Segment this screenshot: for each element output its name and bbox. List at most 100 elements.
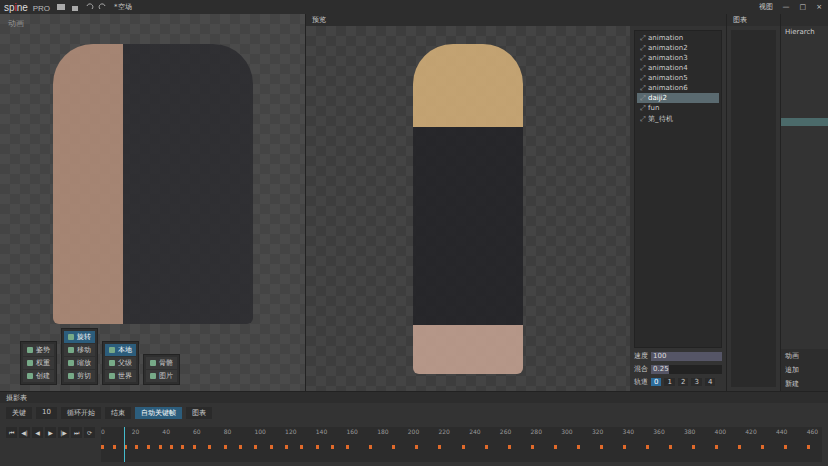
track-button[interactable]: 3 xyxy=(691,378,701,386)
keyframe[interactable] xyxy=(270,445,273,449)
keyframe[interactable] xyxy=(508,445,511,449)
transport-button[interactable]: ◀ xyxy=(32,427,43,438)
track-control: 轨道 01234 xyxy=(634,377,722,387)
spine-editor: spine PRO *空场 视图 —□× 动画 姿势权重创建旋转移动缩放剪切本地… xyxy=(0,0,828,466)
track-button[interactable]: 4 xyxy=(705,378,715,386)
keyframe[interactable] xyxy=(254,445,257,449)
keyframe[interactable] xyxy=(181,445,184,449)
transport-button[interactable]: ⏮ xyxy=(6,427,17,438)
keyframe[interactable] xyxy=(784,445,787,449)
keyframe[interactable] xyxy=(369,445,372,449)
tool-button[interactable]: 权重 xyxy=(23,357,54,369)
tool-button[interactable]: 移动 xyxy=(64,344,95,356)
keyframe[interactable] xyxy=(224,445,227,449)
tool-button[interactable]: 世界 xyxy=(105,370,136,382)
transport-button[interactable]: ⟳ xyxy=(84,427,95,438)
main-viewport[interactable]: 动画 姿势权重创建旋转移动缩放剪切本地父级世界骨骼图片 xyxy=(0,14,306,391)
tool-button[interactable]: 图片 xyxy=(146,370,177,382)
timeline-field[interactable]: 10 xyxy=(36,407,57,419)
undo-icon[interactable] xyxy=(84,2,94,12)
animation-item[interactable]: ⤢animation6 xyxy=(637,83,719,93)
keyframe[interactable] xyxy=(346,445,349,449)
animation-item[interactable]: ⤢第_待机 xyxy=(637,113,719,125)
keyframe[interactable] xyxy=(807,445,810,449)
keyframe[interactable] xyxy=(485,445,488,449)
tool-button[interactable]: 缩放 xyxy=(64,357,95,369)
animation-item[interactable]: ⤢animation4 xyxy=(637,63,719,73)
tool-button[interactable]: 旋转 xyxy=(64,331,95,343)
preview-panel: 预览 ⤢animation⤢animation2⤢animation3⤢anim… xyxy=(306,14,726,391)
preview-tab[interactable]: 预览 xyxy=(306,14,726,26)
graph-button[interactable]: 图表 xyxy=(186,407,212,419)
keyframe[interactable] xyxy=(135,445,138,449)
view-menu[interactable]: 视图 xyxy=(757,2,775,12)
keyframe[interactable] xyxy=(554,445,557,449)
transport-button[interactable]: |▶ xyxy=(58,427,69,438)
keyframe[interactable] xyxy=(193,445,196,449)
redo-icon[interactable] xyxy=(98,2,108,12)
animation-item[interactable]: ⤢animation xyxy=(637,33,719,43)
transport-button[interactable]: ▶ xyxy=(45,427,56,438)
transport-button[interactable]: ⏭ xyxy=(71,427,82,438)
tool-button[interactable]: 创建 xyxy=(23,370,54,382)
folder-icon[interactable] xyxy=(56,2,66,12)
window-control[interactable]: □ xyxy=(798,3,809,11)
keyframe[interactable] xyxy=(761,445,764,449)
keyframe[interactable] xyxy=(208,445,211,449)
keyframe[interactable] xyxy=(415,445,418,449)
keyframe[interactable] xyxy=(285,445,288,449)
track-button[interactable]: 1 xyxy=(664,378,674,386)
timeline-field[interactable]: 循环开始 xyxy=(61,407,101,419)
tool-button[interactable]: 父级 xyxy=(105,357,136,369)
animation-item[interactable]: ⤢fun xyxy=(637,103,719,113)
track-button[interactable]: 2 xyxy=(678,378,688,386)
animation-item[interactable]: ⤢daiji2 xyxy=(637,93,719,103)
animation-item[interactable]: ⤢animation5 xyxy=(637,73,719,83)
timeline-track[interactable]: 0204060801001201401601802002202402602803… xyxy=(101,427,822,462)
window-control[interactable]: — xyxy=(781,3,792,11)
keyframe[interactable] xyxy=(462,445,465,449)
keyframe[interactable] xyxy=(113,445,116,449)
keyframe[interactable] xyxy=(531,445,534,449)
keyframe[interactable] xyxy=(101,445,104,449)
graph-panel: 图表 xyxy=(726,14,780,391)
keyframe[interactable] xyxy=(646,445,649,449)
playhead[interactable] xyxy=(124,427,125,462)
timeline-field[interactable]: 结束 xyxy=(105,407,131,419)
keyframe[interactable] xyxy=(600,445,603,449)
hierarchy-footer-item[interactable]: 动画 xyxy=(781,349,828,363)
keyframe[interactable] xyxy=(316,445,319,449)
keyframe[interactable] xyxy=(392,445,395,449)
hierarchy-root[interactable]: Hierarch xyxy=(781,26,828,38)
lock-icon[interactable] xyxy=(70,2,80,12)
keyframe[interactable] xyxy=(170,445,173,449)
auto-key-toggle[interactable]: 自动关键帧 xyxy=(135,407,182,419)
hierarchy-footer-item[interactable]: 追加 xyxy=(781,363,828,377)
tool-button[interactable]: 剪切 xyxy=(64,370,95,382)
animation-item[interactable]: ⤢animation2 xyxy=(637,43,719,53)
keyframe[interactable] xyxy=(577,445,580,449)
keyframe[interactable] xyxy=(669,445,672,449)
keyframe[interactable] xyxy=(331,445,334,449)
keyframe[interactable] xyxy=(715,445,718,449)
keyframe[interactable] xyxy=(300,445,303,449)
hierarchy-footer-item[interactable]: 新建 xyxy=(781,377,828,391)
mix-control[interactable]: 混合 0.25 xyxy=(634,364,722,374)
animation-item[interactable]: ⤢animation3 xyxy=(637,53,719,63)
keyframe[interactable] xyxy=(738,445,741,449)
keyframe[interactable] xyxy=(623,445,626,449)
keyframe[interactable] xyxy=(438,445,441,449)
track-button[interactable]: 0 xyxy=(651,378,661,386)
transport-button[interactable]: ◀| xyxy=(19,427,30,438)
keyframe[interactable] xyxy=(692,445,695,449)
keyframe[interactable] xyxy=(239,445,242,449)
timeline-field[interactable]: 关键 xyxy=(6,407,32,419)
tool-button[interactable]: 骨骼 xyxy=(146,357,177,369)
keyframe[interactable] xyxy=(147,445,150,449)
keyframe[interactable] xyxy=(159,445,162,449)
window-control[interactable]: × xyxy=(814,3,824,11)
dopesheet: 摄影表 关键10循环开始结束 自动关键帧 图表 ⏮◀|◀▶|▶⏭⟳ 020406… xyxy=(0,391,828,466)
tool-button[interactable]: 本地 xyxy=(105,344,136,356)
tool-button[interactable]: 姿势 xyxy=(23,344,54,356)
speed-control[interactable]: 速度 100 xyxy=(634,351,722,361)
